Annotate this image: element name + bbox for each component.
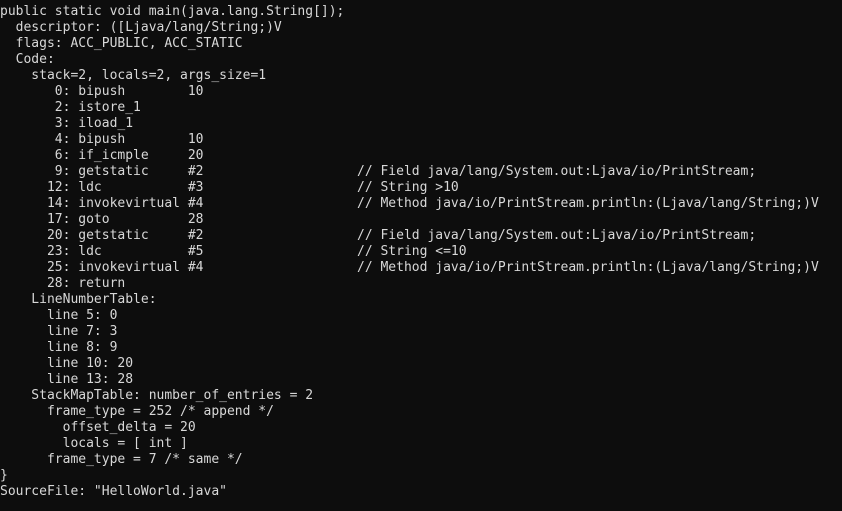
terminal-line-text: 20: getstatic #2 — [0, 228, 204, 243]
terminal-line: descriptor: ([Ljava/lang/String;)V — [0, 20, 842, 36]
terminal-line: 28: return — [0, 276, 842, 292]
terminal-line-text: 6: if_icmple 20 — [0, 148, 204, 163]
terminal-line: flags: ACC_PUBLIC, ACC_STATIC — [0, 36, 842, 52]
terminal-line-text: flags: ACC_PUBLIC, ACC_STATIC — [0, 36, 243, 51]
terminal-line-text: } — [0, 468, 8, 483]
terminal-line-text: line 7: 3 — [0, 324, 118, 339]
terminal-line: stack=2, locals=2, args_size=1 — [0, 68, 842, 84]
terminal-line: line 8: 9 — [0, 340, 842, 356]
terminal-line: 2: istore_1 — [0, 100, 842, 116]
terminal-line-text: 23: ldc #5 — [0, 244, 204, 259]
terminal-line-text: 2: istore_1 — [0, 100, 141, 115]
terminal-line: 23: ldc #5 // String <=10 — [0, 244, 842, 260]
terminal-line: line 5: 0 — [0, 308, 842, 324]
terminal-line-text: stack=2, locals=2, args_size=1 — [0, 68, 267, 83]
terminal-line: 3: iload_1 — [0, 116, 842, 132]
terminal-line-comment: // Field java/lang/System.out:Ljava/io/P… — [357, 164, 757, 179]
terminal-line: 20: getstatic #2 // Field java/lang/Syste… — [0, 228, 842, 244]
terminal-line: public static void main(java.lang.String… — [0, 4, 842, 20]
terminal-line: Code: — [0, 52, 842, 68]
terminal-line-text: line 5: 0 — [0, 308, 118, 323]
terminal-line-text: SourceFile: "HelloWorld.java" — [0, 484, 227, 499]
terminal-line: line 7: 3 — [0, 324, 842, 340]
terminal-line: 6: if_icmple 20 — [0, 148, 842, 164]
terminal-line-text: 12: ldc #3 — [0, 180, 204, 195]
terminal-line: 9: getstatic #2 // Field java/lang/System… — [0, 164, 842, 180]
terminal-line: line 13: 28 — [0, 372, 842, 388]
terminal-line-text: Code: — [0, 52, 55, 67]
terminal-line-comment: // String >10 — [357, 180, 459, 195]
terminal-line-text: 9: getstatic #2 — [0, 164, 204, 179]
terminal-line: 17: goto 28 — [0, 212, 842, 228]
terminal-line: SourceFile: "HelloWorld.java" — [0, 484, 842, 500]
terminal-line-text: StackMapTable: number_of_entries = 2 — [0, 388, 314, 403]
terminal-line-text: line 10: 20 — [0, 356, 134, 371]
terminal-line-comment: // Method java/io/PrintStream.println:(L… — [357, 196, 819, 211]
terminal-line-comment: // Method java/io/PrintStream.println:(L… — [357, 260, 819, 275]
terminal-line: 12: ldc #3 // String >10 — [0, 180, 842, 196]
terminal-line-text: 25: invokevirtual #4 — [0, 260, 204, 275]
terminal-line-text: frame_type = 252 /* append */ — [0, 404, 274, 419]
terminal-line: line 10: 20 — [0, 356, 842, 372]
terminal-line-text: 0: bipush 10 — [0, 84, 204, 99]
terminal-line-comment: // Field java/lang/System.out:Ljava/io/P… — [357, 228, 757, 243]
terminal-line: offset_delta = 20 — [0, 420, 842, 436]
terminal-line: 0: bipush 10 — [0, 84, 842, 100]
terminal-line-text: line 13: 28 — [0, 372, 134, 387]
terminal-line: 14: invokevirtual #4 // Method java/io/Pr… — [0, 196, 842, 212]
terminal-line-text: public static void main(java.lang.String… — [0, 4, 345, 19]
terminal-line-text: 3: iload_1 — [0, 116, 134, 131]
terminal-line-text: 4: bipush 10 — [0, 132, 204, 147]
terminal-line-text: LineNumberTable: — [0, 292, 157, 307]
terminal-line-comment: // String <=10 — [357, 244, 467, 259]
terminal-line: } — [0, 468, 842, 484]
terminal-line-text: 14: invokevirtual #4 — [0, 196, 204, 211]
terminal-line-text: offset_delta = 20 — [0, 420, 196, 435]
terminal-line-text: 28: return — [0, 276, 126, 291]
terminal-line-text: locals = [ int ] — [0, 436, 188, 451]
terminal-line-text: line 8: 9 — [0, 340, 118, 355]
terminal-line: 4: bipush 10 — [0, 132, 842, 148]
terminal-line: StackMapTable: number_of_entries = 2 — [0, 388, 842, 404]
terminal-line: frame_type = 7 /* same */ — [0, 452, 842, 468]
terminal-line: locals = [ int ] — [0, 436, 842, 452]
terminal-line: 25: invokevirtual #4 // Method java/io/Pr… — [0, 260, 842, 276]
terminal-line-text: frame_type = 7 /* same */ — [0, 452, 243, 467]
terminal-output-pane[interactable]: public static void main(java.lang.String… — [0, 0, 842, 511]
terminal-line: LineNumberTable: — [0, 292, 842, 308]
terminal-line-text: descriptor: ([Ljava/lang/String;)V — [0, 20, 282, 35]
terminal-line-text: 17: goto 28 — [0, 212, 204, 227]
terminal-line: frame_type = 252 /* append */ — [0, 404, 842, 420]
